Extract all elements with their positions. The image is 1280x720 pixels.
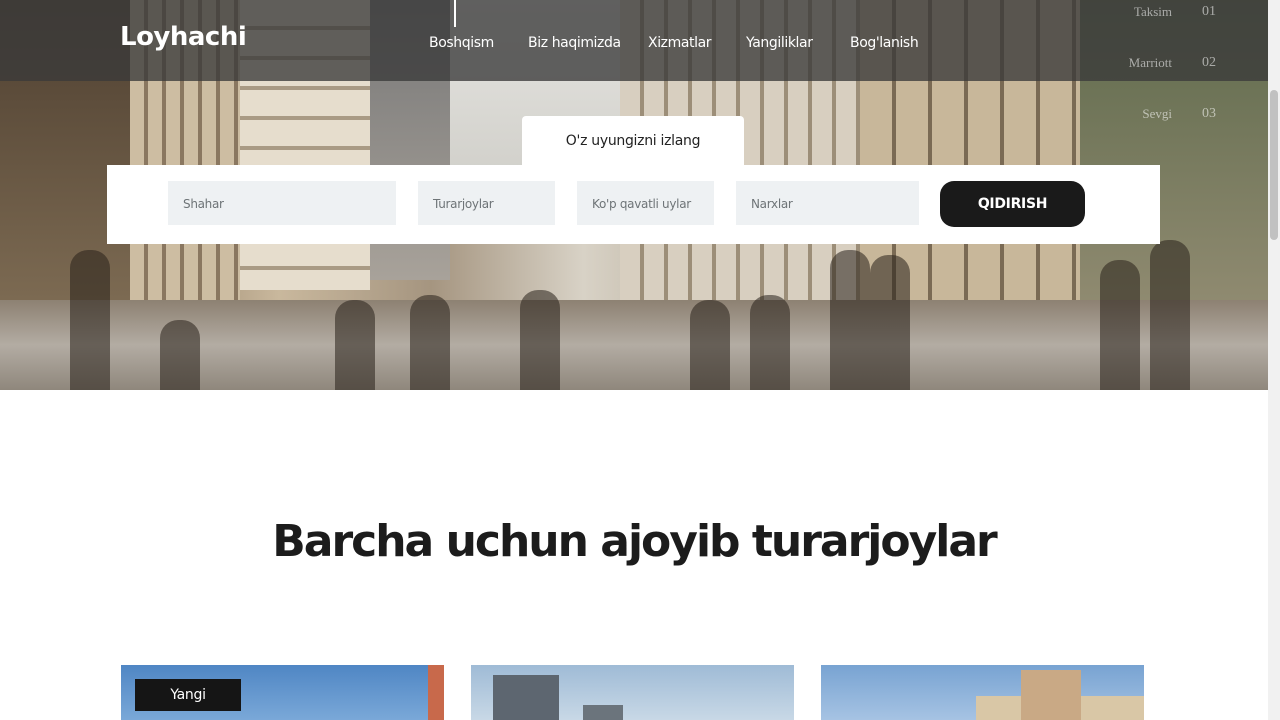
- nav-item-services[interactable]: Xizmatlar: [648, 35, 712, 51]
- property-card[interactable]: [821, 665, 1144, 720]
- scrollbar-thumb[interactable]: [1270, 90, 1278, 240]
- hero-person: [830, 250, 870, 390]
- slider-label[interactable]: Sevgi: [1142, 106, 1172, 122]
- nav-item-news[interactable]: Yangiliklar: [746, 35, 813, 51]
- slider-label[interactable]: Taksim: [1134, 4, 1172, 20]
- site-logo[interactable]: Loyhachi: [120, 22, 247, 52]
- price-field[interactable]: Narxlar: [736, 181, 919, 225]
- building-type-field[interactable]: Ko'p qavatli uylar: [577, 181, 714, 225]
- hero-person: [1150, 240, 1190, 390]
- hero-person: [335, 300, 375, 390]
- page-scrollbar[interactable]: [1268, 0, 1280, 720]
- city-field[interactable]: Shahar: [168, 181, 396, 225]
- card-image-building: [583, 705, 623, 720]
- hero-person: [410, 295, 450, 390]
- card-image-building: [493, 675, 559, 720]
- slider-number[interactable]: 02: [1202, 55, 1216, 71]
- card-image-building: [428, 665, 444, 720]
- slider-number[interactable]: 01: [1202, 4, 1216, 20]
- nav-item-home[interactable]: Boshqism: [429, 35, 494, 51]
- search-panel: Shahar Turarjoylar Ko'p qavatli uylar Na…: [107, 165, 1160, 244]
- hero-person: [750, 295, 790, 390]
- nav-item-contact[interactable]: Bog'lanish: [850, 35, 919, 51]
- search-tab[interactable]: O'z uyungizni izlang: [522, 116, 744, 166]
- property-card[interactable]: Yangi: [121, 665, 444, 720]
- hero-person: [1100, 260, 1140, 390]
- card-image-building: [1021, 670, 1081, 720]
- hero-person: [520, 290, 560, 390]
- hero-banner: Loyhachi Boshqism Biz haqimizda Xizmatla…: [0, 0, 1268, 390]
- active-nav-indicator: [454, 0, 456, 27]
- property-card[interactable]: [471, 665, 794, 720]
- slider-label[interactable]: Marriott: [1129, 55, 1172, 71]
- slider-number[interactable]: 03: [1202, 106, 1216, 122]
- section-title: Barcha uchun ajoyib turarjoylar: [272, 516, 998, 567]
- new-badge: Yangi: [135, 679, 241, 711]
- hero-person: [690, 300, 730, 390]
- housing-type-field[interactable]: Turarjoylar: [418, 181, 555, 225]
- search-button[interactable]: QIDIRISH: [940, 181, 1085, 227]
- nav-item-about[interactable]: Biz haqimizda: [528, 35, 621, 51]
- hero-person: [870, 255, 910, 390]
- hero-person: [160, 320, 200, 390]
- hero-person: [70, 250, 110, 390]
